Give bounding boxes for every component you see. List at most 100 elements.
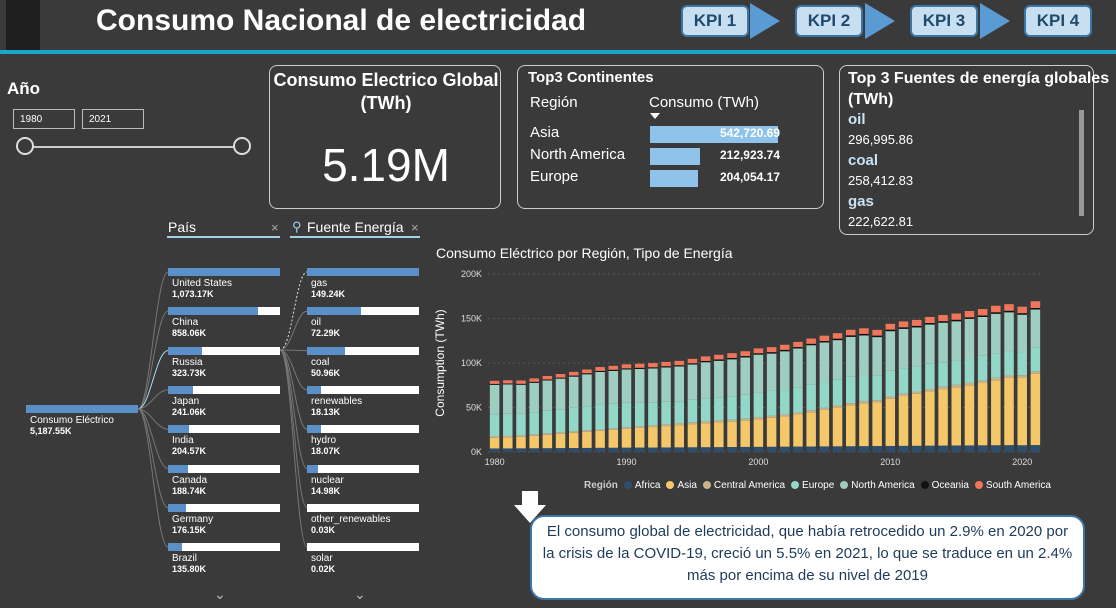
bar-segment-africa[interactable] [595, 447, 605, 452]
chevron-down-icon[interactable]: ⌄ [354, 586, 366, 603]
bar-segment-south-america[interactable] [898, 321, 909, 328]
bar-segment-central-america[interactable] [740, 418, 750, 421]
bar-segment-oceania[interactable] [819, 341, 830, 343]
bar-segment-north-america[interactable] [806, 345, 816, 385]
bar-segment-south-america[interactable] [700, 356, 711, 361]
bar-segment-north-america[interactable] [674, 366, 685, 402]
bar-segment-asia[interactable] [766, 417, 777, 447]
bar-segment-asia[interactable] [503, 437, 513, 449]
bar-segment-oceania[interactable] [766, 352, 777, 354]
bar-segment-oceania[interactable] [542, 379, 553, 381]
bar-segment-central-america[interactable] [555, 432, 566, 434]
bar-segment-south-america[interactable] [714, 354, 724, 360]
bar-segment-north-america[interactable] [832, 340, 843, 380]
bar-segment-north-america[interactable] [503, 384, 513, 414]
bar-segment-south-america[interactable] [964, 311, 975, 318]
bar-segment-north-america[interactable] [793, 348, 803, 388]
bar-segment-north-america[interactable] [925, 324, 935, 364]
bar-segment-south-america[interactable] [740, 351, 750, 357]
bar-segment-asia[interactable] [753, 419, 764, 447]
bar-segment-central-america[interactable] [885, 396, 896, 399]
bar-segment-africa[interactable] [582, 447, 592, 452]
bar-segment-oceania[interactable] [621, 368, 632, 370]
bar-segment-oceania[interactable] [529, 381, 539, 383]
bar-segment-africa[interactable] [911, 445, 922, 452]
bar-segment-north-america[interactable] [911, 327, 922, 367]
bar-segment-south-america[interactable] [766, 347, 777, 353]
bar-segment-asia[interactable] [568, 432, 579, 448]
bar-segment-north-america[interactable] [648, 368, 658, 403]
bar-segment-europe[interactable] [740, 394, 750, 419]
bar-segment-oceania[interactable] [938, 321, 948, 323]
bar-segment-central-america[interactable] [859, 401, 869, 404]
bar-segment-europe[interactable] [648, 402, 658, 426]
bar-segment-north-america[interactable] [1004, 312, 1014, 352]
bar-segment-north-america[interactable] [542, 380, 553, 411]
bar-segment-south-america[interactable] [938, 315, 948, 322]
bar-segment-north-america[interactable] [1030, 309, 1041, 348]
bar-segment-africa[interactable] [489, 448, 500, 452]
bar-segment-south-america[interactable] [661, 361, 671, 367]
bar-segment-north-america[interactable] [845, 336, 856, 377]
bar-segment-north-america[interactable] [885, 331, 896, 371]
bar-segment-south-america[interactable] [832, 333, 843, 339]
bar-segment-south-america[interactable] [859, 328, 869, 334]
bar-segment-europe[interactable] [911, 366, 922, 392]
bar-segment-africa[interactable] [859, 446, 869, 452]
bar-segment-oceania[interactable] [740, 356, 750, 358]
bar-segment-north-america[interactable] [687, 364, 698, 400]
legend-item[interactable]: Europe [791, 480, 834, 491]
bar-segment-europe[interactable] [700, 398, 711, 422]
bar-segment-europe[interactable] [489, 414, 500, 437]
bar-segment-europe[interactable] [806, 384, 816, 411]
bar-segment-central-america[interactable] [529, 434, 539, 436]
bar-segment-oceania[interactable] [687, 363, 698, 365]
bar-segment-north-america[interactable] [568, 376, 579, 408]
bar-segment-oceania[interactable] [859, 333, 869, 336]
bar-segment-north-america[interactable] [780, 351, 790, 390]
chevron-down-icon[interactable]: ⌄ [214, 586, 226, 603]
bar-segment-oceania[interactable] [608, 369, 619, 371]
bar-segment-south-america[interactable] [582, 369, 592, 374]
bar-segment-asia[interactable] [700, 423, 711, 448]
bar-segment-oceania[interactable] [674, 365, 685, 367]
bar-segment-oceania[interactable] [753, 353, 764, 355]
bar-segment-europe[interactable] [977, 355, 988, 381]
bar-segment-africa[interactable] [1004, 445, 1014, 452]
bar-segment-south-america[interactable] [674, 360, 685, 366]
bar-segment-oceania[interactable] [489, 383, 500, 385]
bar-segment-oceania[interactable] [977, 315, 988, 317]
bar-segment-oceania[interactable] [634, 367, 645, 369]
bar-segment-europe[interactable] [845, 376, 856, 404]
legend-item[interactable]: Oceania [920, 480, 969, 491]
bar-segment-asia[interactable] [832, 407, 843, 447]
bar-segment-oceania[interactable] [661, 366, 671, 368]
bar-segment-oceania[interactable] [925, 323, 935, 325]
bar-segment-north-america[interactable] [1017, 314, 1027, 353]
bar-segment-south-america[interactable] [793, 341, 803, 348]
bar-segment-oceania[interactable] [1030, 308, 1041, 310]
bar-segment-africa[interactable] [740, 446, 750, 452]
bar-segment-africa[interactable] [845, 446, 856, 452]
bar-segment-north-america[interactable] [555, 378, 566, 410]
bar-segment-north-america[interactable] [977, 316, 988, 356]
bar-segment-asia[interactable] [542, 434, 553, 449]
bar-segment-africa[interactable] [529, 448, 539, 452]
bar-segment-central-america[interactable] [938, 386, 948, 390]
bar-segment-south-america[interactable] [503, 380, 513, 384]
country-node[interactable]: Japan 241.06K [168, 385, 280, 417]
bar-segment-central-america[interactable] [503, 435, 513, 438]
bar-segment-central-america[interactable] [806, 410, 816, 413]
bar-segment-europe[interactable] [938, 362, 948, 387]
bar-segment-oceania[interactable] [845, 335, 856, 337]
bar-segment-asia[interactable] [898, 396, 909, 446]
bar-segment-africa[interactable] [872, 446, 882, 452]
bar-segment-europe[interactable] [885, 370, 896, 397]
bar-segment-africa[interactable] [727, 447, 737, 452]
bar-segment-africa[interactable] [542, 448, 553, 452]
country-node[interactable]: China 858.06K [168, 307, 280, 338]
bar-segment-north-america[interactable] [991, 313, 1001, 354]
source-node[interactable]: solar 0.02K [307, 543, 419, 574]
bar-segment-asia[interactable] [714, 422, 724, 448]
bar-segment-europe[interactable] [727, 396, 737, 420]
